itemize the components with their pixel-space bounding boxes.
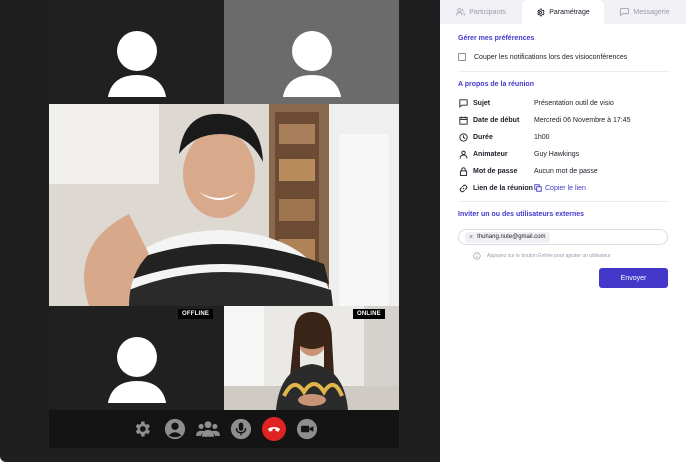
tab-bar: Participants Paramétrage Messagerie — [440, 0, 686, 24]
info-value: Présentation outil de visio — [534, 99, 614, 107]
link-icon — [459, 184, 467, 192]
video-area: OFFLINE ONLINE — [0, 0, 440, 462]
participant-tile-placeholder[interactable] — [49, 0, 224, 104]
info-value: 1h00 — [534, 133, 550, 141]
participant-photo — [224, 306, 399, 410]
info-value: Mercredi 06 Novembre à 17:45 — [534, 116, 631, 124]
info-row-duration: Durée 1h00 — [458, 131, 678, 143]
camera-icon — [296, 418, 317, 440]
divider — [458, 71, 670, 72]
mute-notifications-checkbox[interactable] — [458, 53, 466, 61]
info-value: Guy Hawkings — [534, 150, 580, 158]
copy-link-label: Copier le lien — [545, 184, 586, 192]
call-controls-bar — [49, 410, 399, 448]
info-label: Date de début — [473, 116, 520, 124]
invite-email-input[interactable]: × thuhang.nute@gmail.com — [458, 229, 668, 245]
participants-button[interactable] — [195, 417, 220, 441]
remove-email-icon[interactable]: × — [469, 234, 473, 241]
participants-icon — [195, 421, 220, 437]
info-row-subject: Sujet Présentation outil de visio — [458, 97, 678, 109]
tab-messages[interactable]: Messagerie — [604, 0, 686, 24]
invite-hint: Appuyez sur le bouton Entrée pour ajoute… — [473, 252, 611, 260]
tab-participants[interactable]: Participants — [440, 0, 522, 24]
calendar-icon — [458, 116, 468, 125]
mute-notifications-row[interactable]: Couper les notifications lors des visioc… — [458, 53, 627, 61]
lock-icon — [459, 166, 467, 176]
gear-icon — [537, 8, 545, 16]
avatar-placeholder-icon — [107, 337, 166, 403]
tab-messages-label: Messagerie — [633, 8, 670, 16]
tab-settings[interactable]: Paramétrage — [522, 0, 604, 24]
settings-panel: Participants Paramétrage Messagerie Gére… — [440, 0, 686, 462]
mute-notifications-label: Couper les notifications lors des visioc… — [474, 53, 628, 61]
email-chip-label: thuhang.nute@gmail.com — [477, 234, 546, 240]
info-label: Mot de passe — [473, 167, 518, 175]
invite-title: Inviter un ou des utilisateurs externes — [458, 211, 585, 218]
camera-button[interactable] — [295, 417, 319, 441]
preferences-title: Gérer mes préférences — [458, 35, 535, 42]
profile-button[interactable] — [163, 417, 187, 441]
chat-icon — [620, 8, 630, 16]
user-icon — [459, 150, 467, 158]
info-label: Lien de la réunion — [473, 184, 533, 192]
participant-tile-placeholder[interactable] — [224, 0, 399, 104]
info-label: Sujet — [473, 99, 491, 107]
copy-icon — [534, 184, 542, 192]
info-label: Durée — [473, 133, 493, 141]
hang-up-button[interactable] — [261, 417, 286, 441]
chat-bubble-icon — [458, 98, 468, 108]
info-row-password: Mot de passe Aucun mot de passe — [458, 165, 678, 177]
status-badge-online: ONLINE — [353, 309, 385, 319]
info-row-start-date: Date de début Mercredi 06 Novembre à 17:… — [458, 114, 678, 126]
settings-button[interactable] — [130, 417, 154, 441]
avatar-placeholder-icon — [282, 31, 341, 97]
info-row-meeting-link: Lien de la réunion Copier le lien — [458, 182, 678, 194]
gear-icon — [135, 421, 150, 437]
users-icon — [456, 8, 466, 16]
main-speaker-photo — [49, 104, 399, 306]
invite-hint-text: Appuyez sur le bouton Entrée pour ajoute… — [487, 253, 611, 259]
copy-link-button[interactable]: Copier le lien — [534, 184, 586, 192]
info-value: Aucun mot de passe — [534, 167, 598, 175]
info-icon — [473, 252, 481, 260]
microphone-icon — [230, 418, 251, 440]
profile-icon — [164, 418, 185, 440]
about-meeting-title: A propos de la réunion — [458, 81, 534, 88]
info-row-host: Animateur Guy Hawkings — [458, 148, 678, 160]
participant-tile-placeholder[interactable] — [49, 306, 224, 410]
info-label: Animateur — [473, 150, 508, 158]
email-chip: × thuhang.nute@gmail.com — [465, 231, 550, 243]
send-button[interactable]: Envoyer — [599, 268, 668, 288]
main-speaker-video[interactable] — [49, 104, 399, 306]
tab-settings-label: Paramétrage — [549, 8, 590, 16]
hang-up-icon — [267, 427, 280, 432]
divider — [458, 201, 670, 202]
tab-participants-label: Participants — [469, 8, 506, 16]
clock-icon — [458, 132, 468, 142]
status-badge-offline: OFFLINE — [178, 309, 214, 319]
microphone-button[interactable] — [229, 417, 253, 441]
participant-video[interactable] — [224, 306, 399, 410]
avatar-placeholder-icon — [107, 31, 166, 97]
